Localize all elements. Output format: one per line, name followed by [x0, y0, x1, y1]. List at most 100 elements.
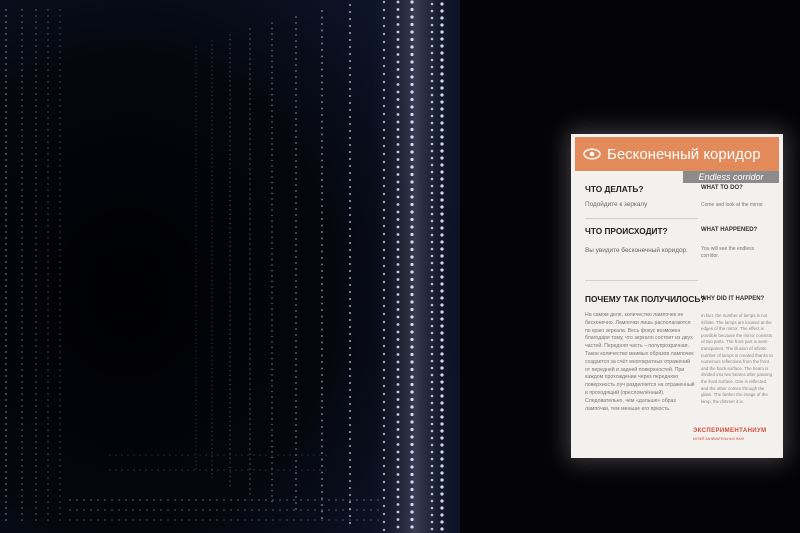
- led-dot: [271, 500, 273, 503]
- led-dot: [321, 341, 323, 344]
- led-dot: [293, 519, 295, 521]
- explanation-text: На самом деле, количество лампочек не бе…: [585, 312, 695, 412]
- led-dot: [382, 272, 386, 276]
- led-dot: [440, 443, 444, 447]
- led-dot: [229, 397, 231, 400]
- led-dot: [410, 375, 414, 379]
- led-dot: [249, 303, 251, 305]
- led-dot: [21, 147, 23, 149]
- led-dot: [104, 519, 106, 521]
- led-dot: [295, 208, 297, 210]
- led-dot: [430, 72, 434, 76]
- led-dot: [59, 513, 61, 515]
- led-dot: [396, 165, 400, 169]
- led-dot: [440, 394, 444, 398]
- led-dot: [271, 225, 273, 228]
- led-dot: [271, 456, 273, 459]
- led-dot: [410, 172, 414, 177]
- led-dot: [321, 101, 323, 103]
- led-dot: [229, 84, 231, 87]
- led-dot: [249, 278, 251, 280]
- led-dot: [229, 429, 231, 432]
- led-dot: [59, 459, 61, 461]
- led-dot: [59, 375, 61, 377]
- led-dot: [211, 447, 213, 450]
- led-dot: [195, 236, 197, 238]
- led-dot: [229, 356, 231, 358]
- led-dot: [195, 99, 197, 101]
- led-dot: [430, 394, 434, 398]
- led-dot: [249, 263, 251, 265]
- led-dot: [348, 276, 352, 280]
- led-dot: [321, 458, 323, 461]
- led-dot: [348, 248, 352, 252]
- led-dot: [35, 321, 37, 323]
- led-dot: [440, 9, 444, 13]
- led-dot: [295, 22, 297, 24]
- led-dot: [410, 225, 414, 229]
- led-dot: [244, 509, 246, 511]
- led-dot: [321, 42, 323, 45]
- led-dot: [396, 188, 400, 191]
- led-dot: [21, 321, 23, 323]
- led-dot: [5, 159, 7, 161]
- led-dot: [229, 457, 231, 459]
- led-dot: [211, 460, 213, 462]
- led-dot: [321, 309, 323, 311]
- led-dot: [271, 418, 273, 420]
- led-dot: [195, 384, 197, 386]
- led-dot: [396, 75, 400, 79]
- led-dot: [211, 405, 213, 408]
- led-dot: [410, 157, 414, 162]
- led-dot: [35, 273, 37, 275]
- led-dot: [229, 153, 231, 156]
- led-dot: [211, 300, 213, 303]
- led-dot: [410, 307, 414, 312]
- led-dot: [211, 313, 213, 315]
- led-dot: [348, 227, 352, 231]
- museum-logo: ЭКСПЕРИМЕНТАНИУМ: [693, 428, 767, 434]
- led-dot: [175, 454, 177, 456]
- led-dot: [35, 513, 37, 515]
- led-dot: [211, 296, 213, 298]
- led-dot: [271, 132, 273, 134]
- led-dot: [21, 51, 23, 53]
- led-dot: [249, 293, 251, 295]
- led-dot: [229, 259, 231, 262]
- led-dot: [271, 390, 273, 393]
- led-dot: [249, 63, 251, 65]
- led-dot: [47, 177, 49, 179]
- led-dot: [396, 360, 400, 364]
- led-dot: [59, 285, 61, 287]
- led-dot: [59, 483, 61, 485]
- led-dot: [35, 267, 37, 269]
- led-dot: [295, 466, 297, 468]
- led-dot: [283, 454, 285, 456]
- led-dot: [21, 93, 23, 95]
- led-dot: [216, 499, 218, 501]
- led-dot: [295, 238, 297, 240]
- led-dot: [211, 48, 213, 51]
- led-dot: [47, 303, 49, 305]
- led-dot: [181, 469, 183, 471]
- led-dot: [47, 255, 49, 257]
- led-dot: [430, 121, 434, 125]
- led-dot: [211, 57, 213, 59]
- led-dot: [211, 145, 213, 147]
- led-dot: [211, 225, 213, 227]
- led-dot: [396, 495, 400, 499]
- led-dot: [410, 330, 414, 334]
- led-dot: [35, 105, 37, 107]
- led-dot: [59, 225, 61, 227]
- led-dot: [47, 339, 49, 341]
- led-dot: [382, 152, 386, 156]
- led-dot: [211, 454, 213, 456]
- led-dot: [271, 115, 273, 118]
- led-dot: [410, 345, 414, 349]
- led-dot: [249, 298, 251, 300]
- led-dot: [59, 63, 61, 65]
- led-dot: [211, 199, 213, 202]
- led-dot: [249, 383, 251, 385]
- led-dot: [348, 339, 352, 343]
- led-dot: [230, 499, 232, 501]
